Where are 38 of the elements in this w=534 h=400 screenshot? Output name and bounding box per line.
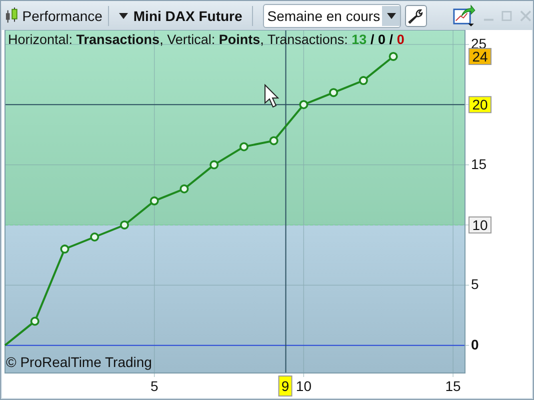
- y-axis-label: 0: [471, 336, 479, 352]
- mouse-pointer-icon: [264, 84, 280, 108]
- y-axis-label: 15: [471, 156, 487, 172]
- x-axis-label: 5: [150, 378, 158, 394]
- close-icon[interactable]: [520, 10, 532, 22]
- point: [388, 52, 398, 61]
- point: [299, 100, 308, 110]
- period-dropdown[interactable]: Semaine en cours: [263, 4, 402, 28]
- point: [30, 316, 40, 326]
- point: [120, 220, 129, 230]
- point: [329, 88, 338, 98]
- crosshair-value-badge: 20: [468, 96, 492, 114]
- last-value-badge: 24: [468, 48, 492, 65]
- y-tick-label: 10: [472, 216, 488, 233]
- panel-title: Performance: [22, 8, 102, 24]
- caret-icon: [119, 12, 128, 18]
- y-axis-label: 5: [471, 276, 479, 292]
- point: [60, 244, 70, 254]
- point: [358, 76, 368, 86]
- maximize-icon[interactable]: [501, 10, 513, 22]
- x-axis-label: 15: [445, 378, 461, 394]
- point: [90, 232, 100, 242]
- ref-line-label: 9: [281, 378, 290, 394]
- y-tick-label: 20: [472, 96, 488, 113]
- copyright-text: © ProRealTime Trading: [6, 354, 152, 370]
- point: [150, 196, 159, 206]
- point: [210, 160, 219, 170]
- point: [239, 142, 248, 152]
- threshold-badge: 10: [468, 216, 492, 234]
- point: [269, 136, 278, 146]
- point: [180, 184, 189, 194]
- instrument-button[interactable]: Mini DAX Future: [115, 8, 246, 24]
- caret-icon: [386, 12, 396, 18]
- chart-export-icon[interactable]: [453, 4, 476, 28]
- settings-button[interactable]: [405, 4, 428, 26]
- crosshair-x-badge: 9: [278, 376, 292, 396]
- candlestick-icon: [5, 6, 18, 26]
- x-axis-label: 10: [296, 378, 312, 394]
